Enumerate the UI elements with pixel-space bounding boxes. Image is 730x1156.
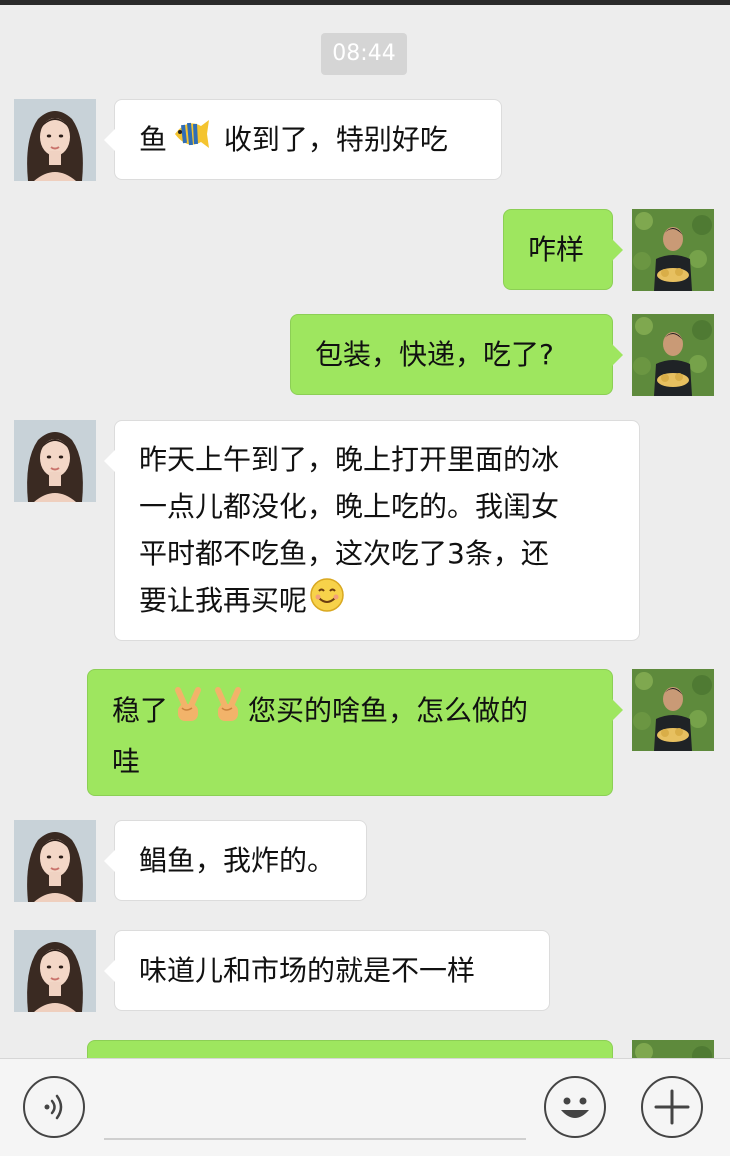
message-text-line: 要让我再买呢 [139,584,308,617]
plus-icon [654,1089,690,1125]
victory-hand-emoji-icon [170,686,206,738]
input-underline [104,1138,526,1140]
voice-icon [44,1094,63,1120]
message-text: 咋样 [528,233,585,266]
victory-hand-emoji-icon [210,686,246,738]
message-text: 您买的啥鱼，怎么做的 [248,694,529,727]
my-avatar[interactable] [632,1040,714,1058]
message-bubble-outgoing[interactable]: 包装，快递，吃了? [290,314,623,395]
message-bubble-incoming[interactable]: 昨天上午到了，晚上打开里面的冰 一点儿都没化，晚上吃的。我闺女 平时都不吃鱼，这… [104,420,640,641]
my-avatar[interactable] [632,669,714,751]
message-bubble-outgoing[interactable] [87,1040,613,1058]
message-text-line: 一点儿都没化，晚上吃的。我闺女 [139,490,560,523]
smile-emoji-icon [309,577,345,627]
message-bubble-incoming[interactable]: 鲳鱼，我炸的。 [104,820,367,901]
contact-avatar[interactable] [14,420,96,502]
my-avatar[interactable] [632,209,714,291]
tropical-fish-emoji-icon [169,116,213,166]
contact-avatar[interactable] [14,820,96,902]
message-bubble-incoming[interactable]: 鱼 收到了，特别好吃 [104,99,502,180]
emoji-icon [561,1097,589,1118]
message-text: 鱼 [139,123,168,156]
voice-button[interactable] [23,1076,85,1138]
message-input[interactable] [104,1075,530,1137]
message-text-line: 昨天上午到了，晚上打开里面的冰 [139,443,560,476]
my-avatar[interactable] [632,314,714,396]
message-bubble-incoming[interactable]: 味道儿和市场的就是不一样 [104,930,550,1011]
message-text-line: 平时都不吃鱼，这次吃了3条，还 [139,537,549,570]
message-text-line: 哇 [112,745,141,778]
plus-button[interactable] [641,1076,703,1138]
message-text: 收到了，特别好吃 [215,123,448,156]
message-text: 稳了 [112,694,169,727]
message-text: 鲳鱼，我炸的。 [139,844,336,877]
input-bar [0,1058,730,1156]
chat-area[interactable]: 08:44 鱼 收到了，特别好吃 咋样 包装，快递，吃了? 昨天上午到了，晚上打… [0,5,730,1058]
emoji-button[interactable] [544,1076,606,1138]
timestamp: 08:44 [321,33,407,75]
message-text: 味道儿和市场的就是不一样 [139,954,476,987]
contact-avatar[interactable] [14,930,96,1012]
message-bubble-outgoing[interactable]: 咋样 [503,209,623,290]
message-bubble-outgoing[interactable]: 稳了 您买的啥鱼，怎么做的 哇 [87,669,623,796]
message-text: 包装，快递，吃了? [315,338,554,371]
contact-avatar[interactable] [14,99,96,181]
